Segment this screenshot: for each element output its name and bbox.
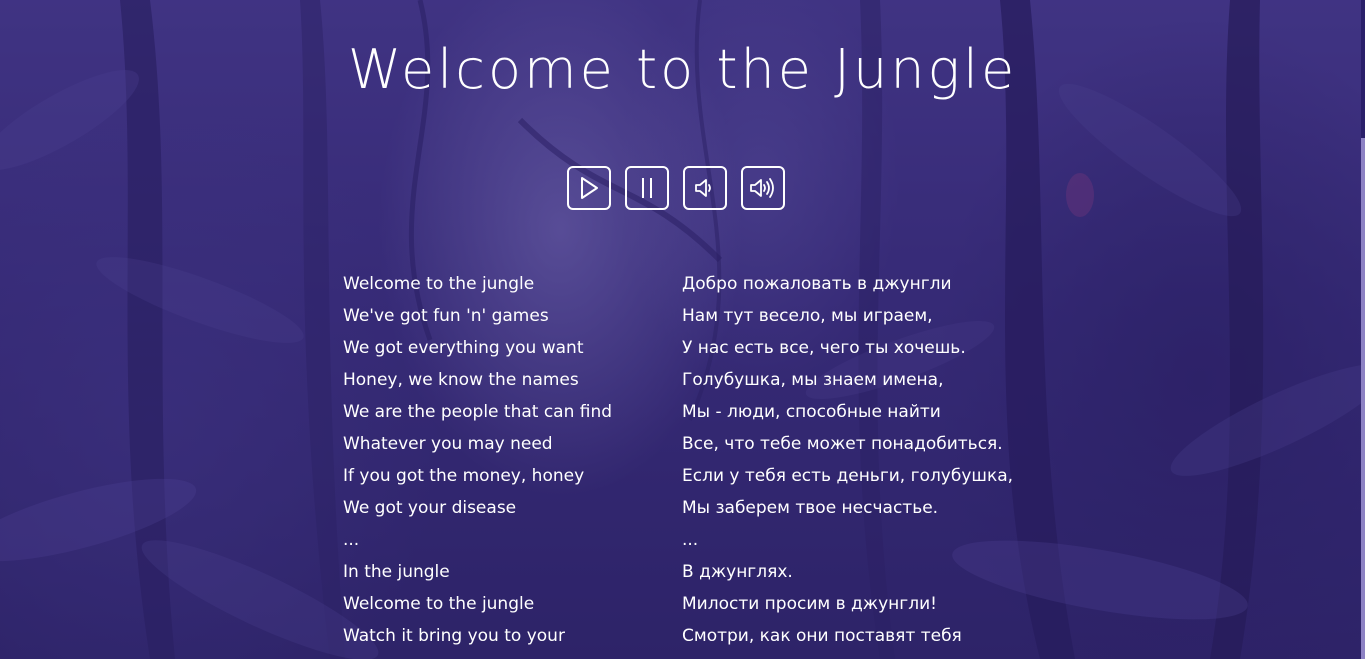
translation-line: Смотри, как они поставят тебя — [682, 626, 962, 646]
volume-low-icon — [692, 175, 718, 201]
translation-line: В джунглях. — [682, 562, 793, 582]
lyric-line: Watch it bring you to your — [343, 626, 565, 646]
pause-button[interactable] — [625, 166, 669, 210]
volume-down-button[interactable] — [683, 166, 727, 210]
lyric-line: Welcome to the jungle — [343, 594, 535, 614]
lyric-line: If you got the money, honey — [343, 466, 585, 486]
play-icon — [578, 175, 600, 201]
lyric-line: In the jungle — [343, 562, 450, 582]
play-button[interactable] — [567, 166, 611, 210]
volume-high-icon — [748, 175, 778, 201]
translation-line: Нам тут весело, мы играем, — [682, 306, 933, 326]
main-content: Welcome to the Jungle Welcome to the jun… — [0, 0, 1365, 659]
translation-line: Добро пожаловать в джунгли — [682, 274, 952, 294]
lyric-line: Welcome to the jungle — [343, 274, 535, 294]
pause-icon — [636, 175, 658, 201]
lyrics-translation: Добро пожаловать в джунгли Нам тут весел… — [682, 268, 1013, 652]
lyric-line: ... — [343, 530, 360, 550]
translation-line: Мы - люди, способные найти — [682, 402, 941, 422]
lyric-line: Honey, we know the names — [343, 370, 579, 390]
lyric-line: We've got fun 'n' games — [343, 306, 549, 326]
volume-up-button[interactable] — [741, 166, 785, 210]
translation-line: Голубушка, мы знаем имена, — [682, 370, 944, 390]
audio-controls — [567, 166, 785, 210]
translation-line: Милости просим в джунгли! — [682, 594, 937, 614]
lyric-line: We got your disease — [343, 498, 517, 518]
lyrics-original: Welcome to the jungle We've got fun 'n' … — [343, 268, 612, 652]
page-title: Welcome to the Jungle — [347, 38, 1018, 101]
translation-line: У нас есть все, чего ты хочешь. — [682, 338, 966, 358]
translation-line: ... — [682, 530, 699, 550]
translation-line: Если у тебя есть деньги, голубушка, — [682, 466, 1014, 486]
translation-line: Все, что тебе может понадобиться. — [682, 434, 1003, 454]
lyric-line: We are the people that can find — [343, 402, 613, 422]
lyric-line: Whatever you may need — [343, 434, 553, 454]
lyric-line: We got everything you want — [343, 338, 584, 358]
translation-line: Мы заберем твое несчастье. — [682, 498, 939, 518]
